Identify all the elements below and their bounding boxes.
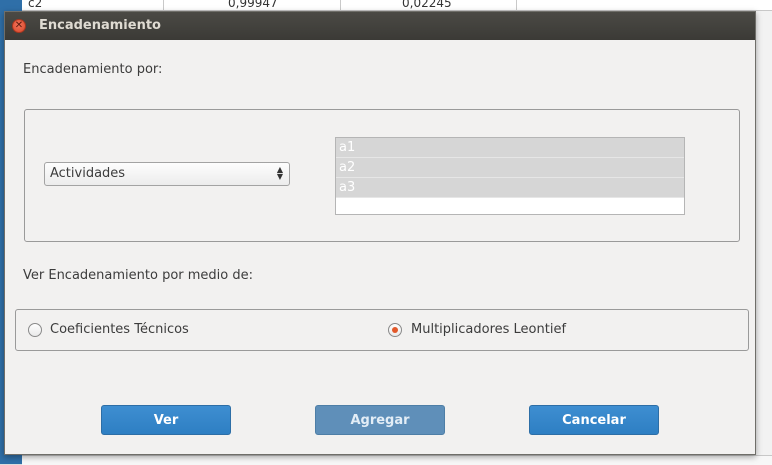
dialog-title: Encadenamiento bbox=[39, 18, 161, 33]
multiplicadores-radio[interactable] bbox=[388, 323, 402, 337]
coeficientes-label[interactable]: Coeficientes Técnicos bbox=[50, 322, 189, 337]
actividades-combo[interactable]: Actividades ▲ ▼ bbox=[44, 162, 290, 186]
background-row-label: c2 bbox=[28, 0, 43, 10]
background-cell: 0,99947 bbox=[228, 0, 278, 10]
agregar-button[interactable]: Agregar bbox=[315, 405, 445, 435]
list-item[interactable]: a1 bbox=[336, 138, 684, 158]
background-row: c2 0,99947 0,02245 bbox=[22, 0, 772, 11]
multiplicadores-label[interactable]: Multiplicadores Leontief bbox=[411, 322, 566, 337]
title-bar: ✕ Encadenamiento bbox=[5, 12, 755, 40]
selection-group: Actividades ▲ ▼ a1 a2 a3 bbox=[24, 109, 740, 242]
encadenamiento-dialog: ✕ Encadenamiento Encadenamiento por: Act… bbox=[4, 11, 756, 455]
chevron-updown-icon: ▲ ▼ bbox=[276, 165, 283, 181]
close-icon[interactable]: ✕ bbox=[12, 19, 26, 33]
activity-list[interactable]: a1 a2 a3 bbox=[335, 137, 685, 215]
encadenamiento-label: Encadenamiento por: bbox=[23, 62, 163, 77]
radio-group: Coeficientes Técnicos Multiplicadores Le… bbox=[15, 309, 749, 351]
list-item[interactable]: a2 bbox=[336, 158, 684, 178]
background-cell: 0,02245 bbox=[402, 0, 452, 10]
ver-encadenamiento-label: Ver Encadenamiento por medio de: bbox=[23, 268, 254, 283]
list-item[interactable]: a3 bbox=[336, 178, 684, 198]
combo-value: Actividades bbox=[50, 166, 126, 181]
coeficientes-radio[interactable] bbox=[28, 323, 42, 337]
ver-button[interactable]: Ver bbox=[101, 405, 231, 435]
cancelar-button[interactable]: Cancelar bbox=[529, 405, 659, 435]
